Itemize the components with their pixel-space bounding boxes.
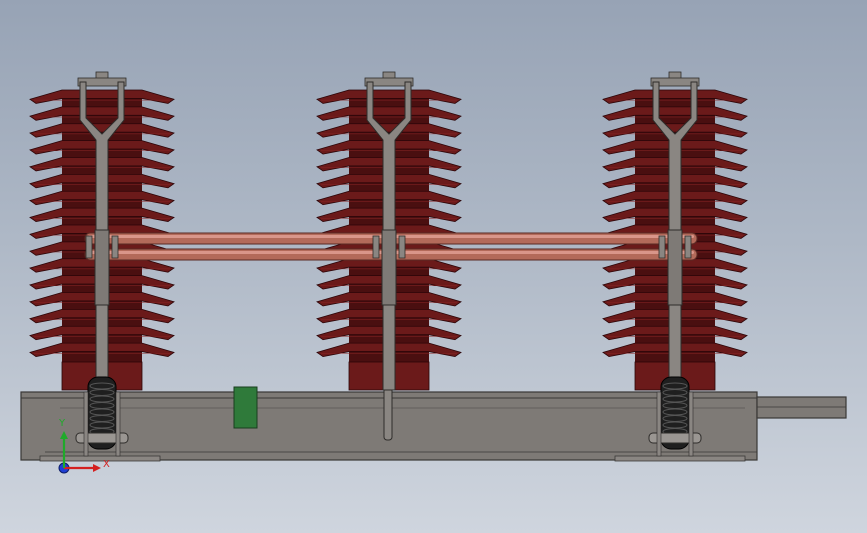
arm-plate bbox=[94, 229, 110, 306]
center-bracket bbox=[383, 381, 393, 441]
foot-right bbox=[614, 455, 746, 462]
bus-clamp bbox=[372, 235, 380, 259]
bus-clamp bbox=[658, 235, 666, 259]
triad-y-label: Y bbox=[58, 418, 66, 429]
cad-viewport[interactable]: X Y bbox=[0, 0, 867, 533]
base-frame bbox=[20, 381, 847, 462]
spring-rod bbox=[83, 391, 89, 457]
foot-left bbox=[39, 455, 161, 462]
green-block bbox=[233, 386, 258, 429]
arm-plate bbox=[667, 229, 683, 306]
arm-plate bbox=[381, 229, 397, 306]
bus-clamp bbox=[85, 235, 93, 259]
spring-rod bbox=[656, 391, 662, 457]
bus-clamp bbox=[398, 235, 406, 259]
shaft-extension bbox=[756, 396, 847, 419]
bus-clamp bbox=[684, 235, 692, 259]
bus-clamp bbox=[111, 235, 119, 259]
spring-rod bbox=[115, 391, 121, 457]
triad-x-arrow bbox=[93, 464, 101, 472]
switchgear-model: X Y bbox=[20, 71, 847, 474]
spring-rod bbox=[688, 391, 694, 457]
triad-x-label: X bbox=[103, 459, 110, 470]
